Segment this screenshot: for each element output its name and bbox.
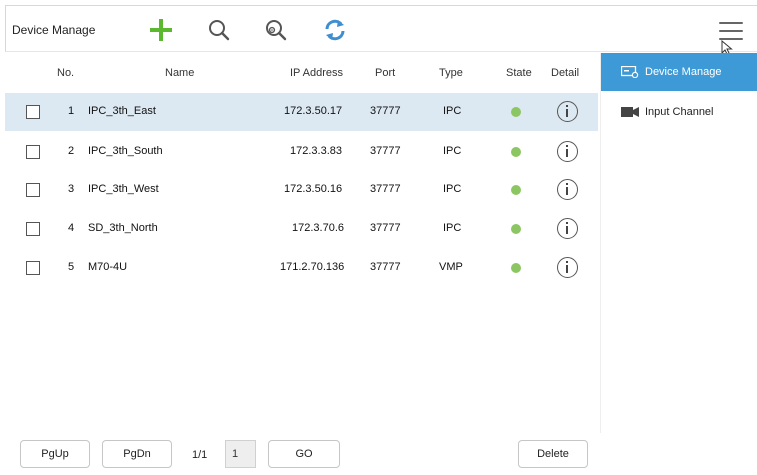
state-online-indicator <box>511 185 521 195</box>
header-type: Type <box>439 67 463 79</box>
page-number-input[interactable]: 1 <box>225 440 256 468</box>
pgup-button[interactable]: PgUp <box>20 440 90 468</box>
cell-type: IPC <box>443 183 462 195</box>
row-checkbox[interactable] <box>26 222 40 236</box>
device-table: No. Name IP Address Port Type State Deta… <box>5 53 598 433</box>
table-row[interactable]: 4 SD_3th_North 172.3.70.6 37777 IPC <box>5 210 598 248</box>
cell-no: 3 <box>68 183 75 195</box>
search-icon[interactable] <box>205 16 233 44</box>
cell-ip: 171.2.70.136 <box>280 261 345 273</box>
cell-type: VMP <box>439 261 463 273</box>
header-ip: IP Address <box>290 67 343 79</box>
cell-no: 2 <box>68 145 75 157</box>
cell-port: 37777 <box>370 261 401 273</box>
device-manage-window: Device Manage No. Name IP Address Port T… <box>0 0 757 475</box>
info-icon[interactable] <box>557 141 578 162</box>
table-row[interactable]: 5 M70-4U 171.2.70.136 37777 VMP <box>5 249 598 287</box>
header-name: Name <box>165 67 195 79</box>
cell-name: M70-4U <box>88 261 128 273</box>
refresh-icon[interactable] <box>321 16 349 44</box>
cell-name: IPC_3th_East <box>88 105 156 117</box>
page-title: Device Manage <box>12 23 96 37</box>
state-online-indicator <box>511 224 521 234</box>
cell-no: 5 <box>68 261 75 273</box>
add-icon[interactable] <box>147 16 175 44</box>
cell-ip: 172.3.3.83 <box>290 145 342 157</box>
device-search-icon[interactable] <box>262 16 290 44</box>
row-checkbox[interactable] <box>26 105 40 119</box>
cell-type: IPC <box>443 145 462 157</box>
state-online-indicator <box>511 147 521 157</box>
cell-port: 37777 <box>370 145 401 157</box>
pagination-bar: PgUp PgDn 1/1 1 GO Delete <box>0 433 757 475</box>
state-online-indicator <box>511 263 521 273</box>
cell-port: 37777 <box>370 105 401 117</box>
cell-type: IPC <box>443 105 462 117</box>
info-icon[interactable] <box>557 218 578 239</box>
sidebar-item-label: Input Channel <box>645 106 714 118</box>
cell-port: 37777 <box>370 222 401 234</box>
cell-name: SD_3th_North <box>88 222 158 234</box>
state-online-indicator <box>511 107 521 117</box>
cell-no: 1 <box>68 105 75 117</box>
cell-name: IPC_3th_South <box>88 145 163 157</box>
cell-no: 4 <box>68 222 75 234</box>
info-icon[interactable] <box>557 101 578 122</box>
row-checkbox[interactable] <box>26 261 40 275</box>
toolbar: Device Manage <box>5 5 757 52</box>
camera-icon <box>621 106 639 118</box>
header-state: State <box>506 67 532 79</box>
cell-name: IPC_3th_West <box>88 183 159 195</box>
row-checkbox[interactable] <box>26 145 40 159</box>
delete-button[interactable]: Delete <box>518 440 588 468</box>
device-manage-icon <box>620 65 639 79</box>
header-detail: Detail <box>551 67 580 79</box>
table-row[interactable]: 2 IPC_3th_South 172.3.3.83 37777 IPC <box>5 133 598 171</box>
sidebar-item-input-channel[interactable]: Input Channel <box>601 93 757 131</box>
go-button[interactable]: GO <box>268 440 340 468</box>
table-header: No. Name IP Address Port Type State Deta… <box>5 53 598 93</box>
info-icon[interactable] <box>557 257 578 278</box>
cell-ip: 172.3.50.17 <box>284 105 343 117</box>
cell-ip: 172.3.70.6 <box>292 222 344 234</box>
cell-ip: 172.3.50.16 <box>284 183 343 195</box>
header-port: Port <box>375 67 396 79</box>
sidebar: Device Manage Input Channel <box>600 53 757 433</box>
header-no: No. <box>57 67 75 79</box>
sidebar-item-device-manage[interactable]: Device Manage <box>601 53 757 91</box>
cell-type: IPC <box>443 222 462 234</box>
sidebar-item-label: Device Manage <box>645 66 722 78</box>
menu-icon[interactable] <box>719 22 743 42</box>
table-row[interactable]: 1 IPC_3th_East 172.3.50.17 37777 IPC <box>5 93 598 131</box>
info-icon[interactable] <box>557 179 578 200</box>
row-checkbox[interactable] <box>26 183 40 197</box>
pgdn-button[interactable]: PgDn <box>102 440 172 468</box>
page-indicator: 1/1 <box>192 449 208 461</box>
cell-port: 37777 <box>370 183 401 195</box>
table-row[interactable]: 3 IPC_3th_West 172.3.50.16 37777 IPC <box>5 171 598 209</box>
